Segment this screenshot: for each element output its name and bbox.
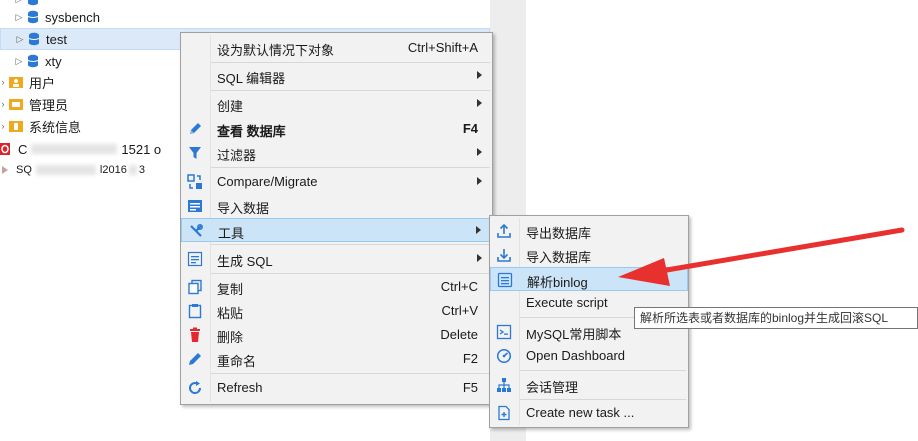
arrow-shaft (652, 227, 905, 275)
arrow-head (618, 258, 670, 286)
annotation-arrow (618, 227, 905, 286)
